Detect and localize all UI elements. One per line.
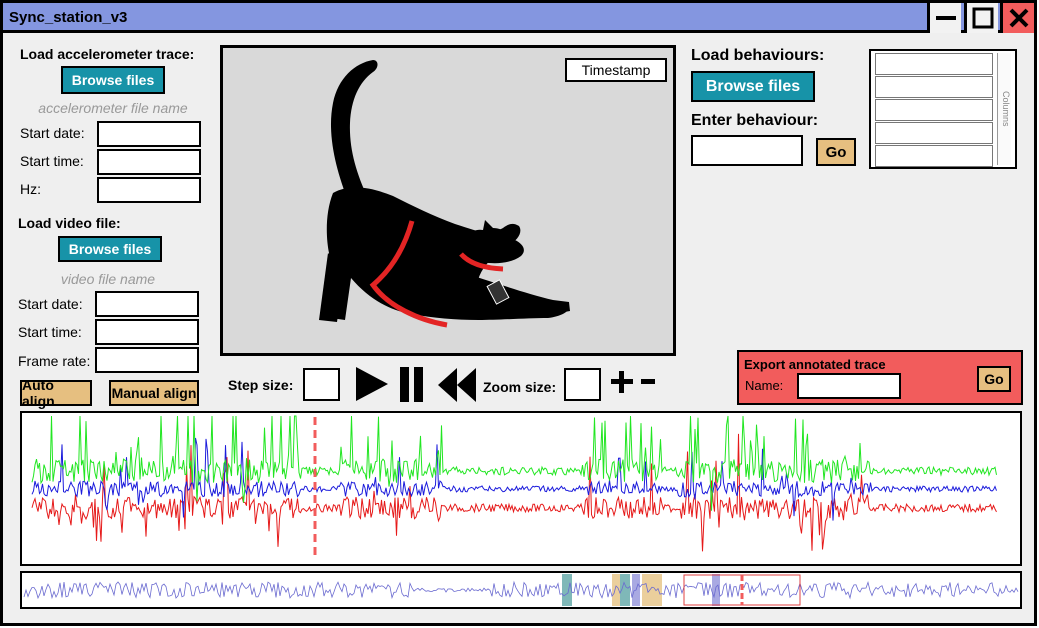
enter-behaviour-label: Enter behaviour: bbox=[691, 112, 819, 129]
trace-red-line bbox=[31, 433, 997, 552]
export-go-button[interactable]: Go bbox=[977, 366, 1011, 392]
title-bar: Sync_station_v3 bbox=[3, 3, 1034, 33]
overview-trace bbox=[23, 574, 1019, 606]
auto-align-button[interactable]: Auto align bbox=[20, 377, 92, 409]
step-size-field[interactable] bbox=[303, 368, 340, 401]
app-window: Sync_station_v3 Load accelerometer trace… bbox=[0, 0, 1037, 626]
video-start-time-label: Start time: bbox=[18, 324, 82, 340]
maximize-icon bbox=[972, 7, 993, 29]
behaviours-list[interactable]: Columns bbox=[869, 49, 1017, 169]
rewind-icon bbox=[438, 368, 476, 402]
video-start-date-field[interactable] bbox=[95, 291, 199, 317]
accelerometer-browse-button[interactable]: Browse files bbox=[61, 66, 165, 94]
accel-hz-label: Hz: bbox=[20, 181, 41, 197]
list-item[interactable] bbox=[875, 122, 993, 144]
overview-line bbox=[23, 580, 1019, 600]
zoom-in-button[interactable] bbox=[611, 371, 633, 393]
trace-lines bbox=[31, 415, 997, 560]
maximize-button[interactable] bbox=[964, 3, 998, 33]
accel-start-date-field[interactable] bbox=[97, 121, 201, 147]
export-name-field[interactable] bbox=[797, 373, 901, 399]
minimize-button[interactable] bbox=[927, 3, 961, 33]
export-name-label: Name: bbox=[745, 378, 784, 393]
zoom-out-button[interactable] bbox=[641, 371, 655, 393]
play-button[interactable] bbox=[355, 366, 389, 402]
video-frame-rate-label: Frame rate: bbox=[18, 353, 91, 369]
manual-align-button[interactable]: Manual align bbox=[109, 380, 199, 406]
accelerometer-trace-plot[interactable] bbox=[20, 411, 1022, 566]
scrollbar-label: Columns bbox=[1001, 91, 1011, 127]
step-size-label: Step size: bbox=[228, 377, 294, 393]
zoom-size-label: Zoom size: bbox=[483, 379, 557, 395]
accel-start-time-label: Start time: bbox=[20, 153, 84, 169]
video-start-date-label: Start date: bbox=[18, 296, 83, 312]
list-item[interactable] bbox=[875, 145, 993, 167]
behaviours-heading: Load behaviours: bbox=[691, 47, 825, 64]
list-item[interactable] bbox=[875, 53, 993, 75]
video-browse-button[interactable]: Browse files bbox=[58, 236, 162, 262]
minimize-icon bbox=[935, 16, 956, 20]
video-file-name: video file name bbox=[60, 271, 156, 287]
zoom-size-field[interactable] bbox=[564, 368, 601, 401]
rewind-button[interactable] bbox=[437, 367, 477, 403]
overview-timeline[interactable] bbox=[20, 571, 1022, 609]
accelerometer-heading: Load accelerometer trace: bbox=[20, 46, 195, 62]
window-title: Sync_station_v3 bbox=[9, 9, 128, 26]
behaviour-band[interactable] bbox=[642, 574, 662, 606]
video-frame[interactable]: Timestamp bbox=[220, 45, 676, 356]
behaviour-go-button[interactable]: Go bbox=[816, 138, 856, 166]
pause-button[interactable] bbox=[399, 366, 425, 403]
video-start-time-field[interactable] bbox=[95, 319, 199, 345]
play-icon bbox=[356, 367, 388, 401]
cat-video-image bbox=[319, 60, 570, 328]
list-scrollbar[interactable]: Columns bbox=[997, 53, 1011, 165]
close-button[interactable] bbox=[1000, 3, 1034, 33]
behaviour-band[interactable] bbox=[562, 574, 572, 606]
behaviours-browse-button[interactable]: Browse files bbox=[691, 71, 815, 102]
accel-hz-field[interactable] bbox=[97, 177, 201, 203]
behaviour-input[interactable] bbox=[691, 135, 803, 166]
export-panel: Export annotated trace Name: Go bbox=[737, 350, 1023, 405]
video-heading: Load video file: bbox=[18, 215, 121, 231]
list-item[interactable] bbox=[875, 76, 993, 98]
close-icon bbox=[1009, 8, 1028, 28]
accelerometer-file-name: accelerometer file name bbox=[38, 100, 188, 116]
accel-start-date-label: Start date: bbox=[20, 125, 85, 141]
list-item[interactable] bbox=[875, 99, 993, 121]
export-heading: Export annotated trace bbox=[744, 357, 886, 372]
plus-icon bbox=[611, 371, 633, 393]
video-frame-rate-field[interactable] bbox=[95, 347, 199, 373]
pause-icon bbox=[400, 367, 423, 402]
accel-start-time-field[interactable] bbox=[97, 149, 201, 175]
minus-icon bbox=[641, 379, 655, 384]
